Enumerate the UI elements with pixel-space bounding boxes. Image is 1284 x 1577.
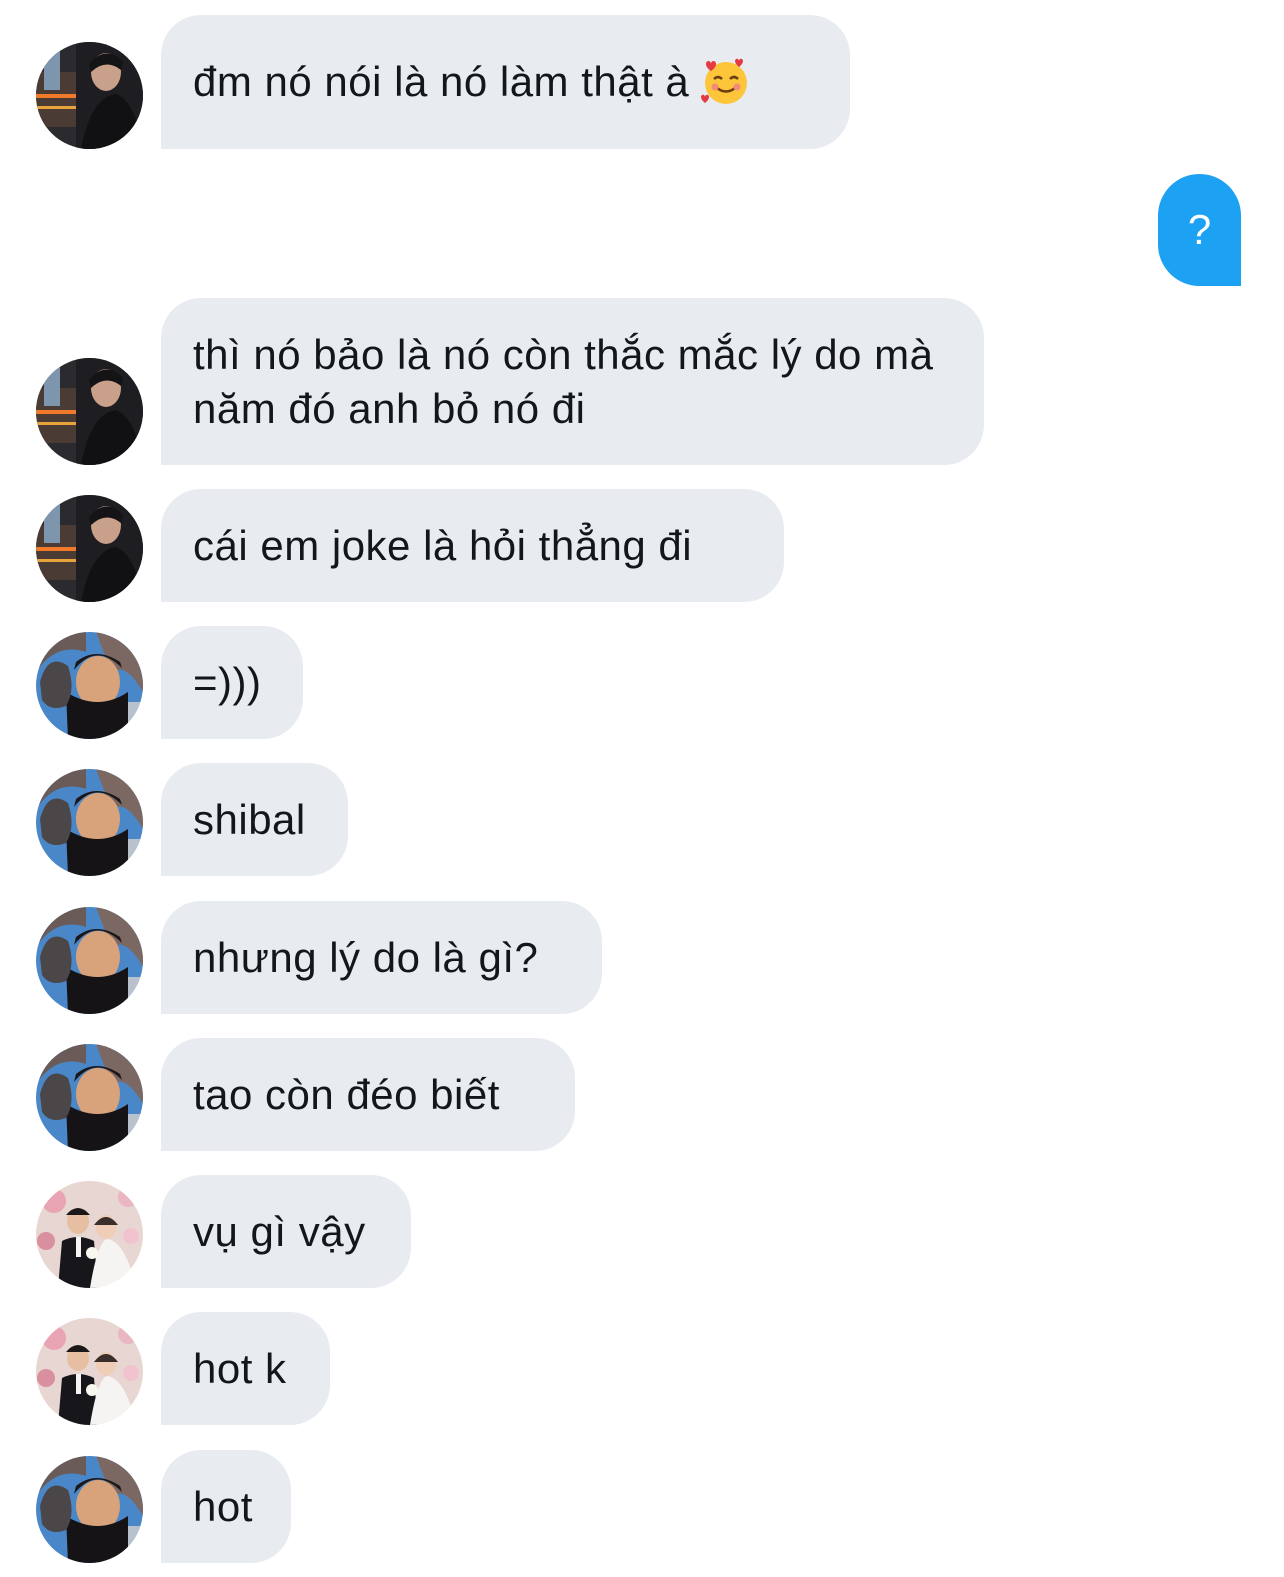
message-bubble[interactable]: hot k <box>161 1312 330 1425</box>
message-bubble[interactable]: nhưng lý do là gì? <box>161 901 602 1014</box>
message-text: hot <box>193 1482 253 1530</box>
avatar[interactable] <box>36 495 143 602</box>
avatar[interactable] <box>36 42 143 149</box>
message-bubble[interactable]: đm nó nói là nó làm thật à <box>161 15 850 149</box>
message-text: =))) <box>193 658 262 706</box>
message-text: tao còn đéo biết <box>193 1070 500 1118</box>
message-text: cái em joke là hỏi thẳng đi <box>193 521 693 569</box>
avatar[interactable] <box>36 907 143 1014</box>
avatar[interactable] <box>36 1044 143 1151</box>
avatar[interactable] <box>36 1181 143 1288</box>
message-text: hot k <box>193 1344 287 1392</box>
message-bubble[interactable]: tao còn đéo biết <box>161 1038 575 1151</box>
outgoing-message-bubble[interactable]: ? <box>1158 174 1241 286</box>
message-text: đm nó nói là nó làm thật à <box>193 58 690 105</box>
avatar[interactable] <box>36 632 143 739</box>
avatar[interactable] <box>36 1318 143 1425</box>
message-bubble[interactable]: =))) <box>161 626 303 739</box>
avatar[interactable] <box>36 769 143 876</box>
message-bubble[interactable]: hot <box>161 1450 291 1563</box>
smiling-face-with-hearts-icon <box>701 57 751 107</box>
message-bubble[interactable]: shibal <box>161 763 348 876</box>
message-text: shibal <box>193 795 306 843</box>
message-bubble[interactable]: thì nó bảo là nó còn thắc mắc lý do mà n… <box>161 298 984 465</box>
message-text: ? <box>1187 206 1212 253</box>
avatar[interactable] <box>36 1456 143 1563</box>
message-text: vụ gì vậy <box>193 1207 366 1255</box>
avatar[interactable] <box>36 358 143 465</box>
message-bubble[interactable]: cái em joke là hỏi thẳng đi <box>161 489 784 602</box>
message-text: nhưng lý do là gì? <box>193 933 539 981</box>
message-text: thì nó bảo là nó còn thắc mắc lý do mà n… <box>193 331 934 432</box>
message-bubble[interactable]: vụ gì vậy <box>161 1175 411 1288</box>
